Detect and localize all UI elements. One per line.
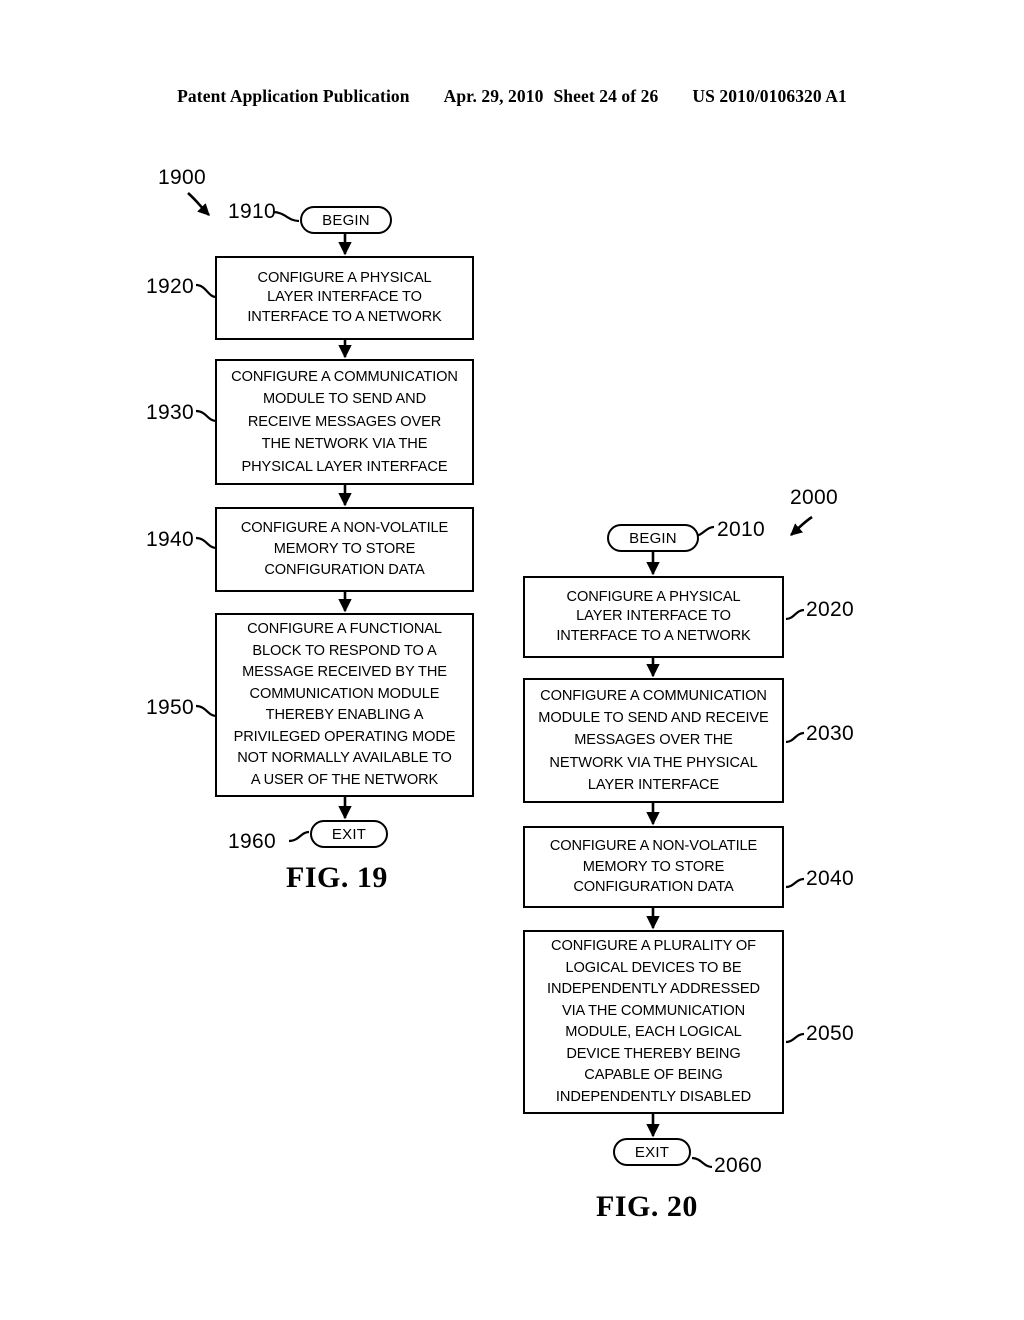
ref-numeral-1940: 1940 — [146, 528, 194, 551]
leader-1920 — [195, 283, 217, 299]
leader-1910 — [272, 210, 300, 223]
flow-node-process-2020[interactable]: CONFIGURE A PHYSICAL LAYER INTERFACE TO … — [523, 576, 784, 658]
ref-numeral-1960: 1960 — [228, 830, 276, 853]
flow-node-label: CONFIGURE A NON-VOLATILE MEMORY TO STORE… — [549, 838, 758, 896]
leader-2040 — [785, 877, 805, 889]
flow-node-process-2050[interactable]: CONFIGURE A PLURALITY OF LOGICAL DEVICES… — [523, 930, 784, 1114]
leader-2000 — [790, 515, 813, 536]
leader-1900 — [187, 192, 210, 216]
ref-numeral-2000: 2000 — [790, 486, 838, 509]
ref-numeral-2030: 2030 — [806, 722, 854, 745]
flow-node-process-1940[interactable]: CONFIGURE A NON-VOLATILE MEMORY TO STORE… — [215, 507, 474, 592]
flow-node-process-1950[interactable]: CONFIGURE A FUNCTIONAL BLOCK TO RESPOND … — [215, 613, 474, 797]
ref-numeral-1950: 1950 — [146, 696, 194, 719]
flow-node-begin-1910[interactable]: BEGIN — [300, 206, 392, 234]
ref-numeral-1910: 1910 — [228, 200, 276, 223]
ref-numeral-2060: 2060 — [714, 1154, 762, 1177]
figure-caption-20: FIG. 20 — [596, 1190, 698, 1223]
ref-numeral-1900: 1900 — [158, 166, 206, 189]
connector-overlay — [187, 192, 813, 1169]
flow-node-label: BEGIN — [322, 211, 370, 229]
leader-1960 — [288, 830, 310, 843]
flow-node-label: CONFIGURE A PHYSICAL LAYER INTERFACE TO … — [556, 588, 751, 644]
flow-node-label: EXIT — [634, 1143, 670, 1161]
leader-2030 — [785, 731, 805, 744]
ref-numeral-2010: 2010 — [717, 518, 765, 541]
flow-node-process-2040[interactable]: CONFIGURE A NON-VOLATILE MEMORY TO STORE… — [523, 826, 784, 908]
ref-numeral-1920: 1920 — [146, 275, 194, 298]
drawing-sheet: 1900 1910 BEGIN 1920 CONFIGURE A PHYSICA… — [0, 0, 1024, 1320]
flow-node-exit-1960[interactable]: EXIT — [310, 820, 388, 848]
flow-node-exit-2060[interactable]: EXIT — [613, 1138, 691, 1166]
flow-node-label: CONFIGURE A NON-VOLATILE MEMORY TO STORE… — [240, 520, 449, 578]
flow-node-label: CONFIGURE A FUNCTIONAL BLOCK TO RESPOND … — [233, 621, 456, 788]
flow-node-label: BEGIN — [629, 529, 677, 547]
leader-2050 — [785, 1032, 805, 1044]
ref-numeral-2020: 2020 — [806, 598, 854, 621]
flow-node-process-1930[interactable]: CONFIGURE A COMMUNICATION MODULE TO SEND… — [215, 359, 474, 485]
leader-2020 — [785, 608, 805, 621]
leader-1930 — [195, 409, 217, 423]
ref-numeral-2040: 2040 — [806, 867, 854, 890]
ref-numeral-2050: 2050 — [806, 1022, 854, 1045]
flow-node-label: CONFIGURE A COMMUNICATION MODULE TO SEND… — [231, 368, 458, 475]
flow-node-label: CONFIGURE A COMMUNICATION MODULE TO SEND… — [538, 687, 769, 793]
leader-1950 — [195, 704, 217, 718]
ref-numeral-1930: 1930 — [146, 401, 194, 424]
flow-node-process-2030[interactable]: CONFIGURE A COMMUNICATION MODULE TO SEND… — [523, 678, 784, 803]
flow-node-label: CONFIGURE A PHYSICAL LAYER INTERFACE TO … — [247, 269, 442, 325]
leader-1940 — [195, 536, 217, 550]
flow-node-label: EXIT — [331, 825, 367, 843]
figure-caption-19: FIG. 19 — [286, 861, 388, 894]
flow-node-process-1920[interactable]: CONFIGURE A PHYSICAL LAYER INTERFACE TO … — [215, 256, 474, 340]
flow-node-label: CONFIGURE A PLURALITY OF LOGICAL DEVICES… — [547, 938, 760, 1105]
leader-2060 — [691, 1156, 713, 1169]
flow-node-begin-2010[interactable]: BEGIN — [607, 524, 699, 552]
